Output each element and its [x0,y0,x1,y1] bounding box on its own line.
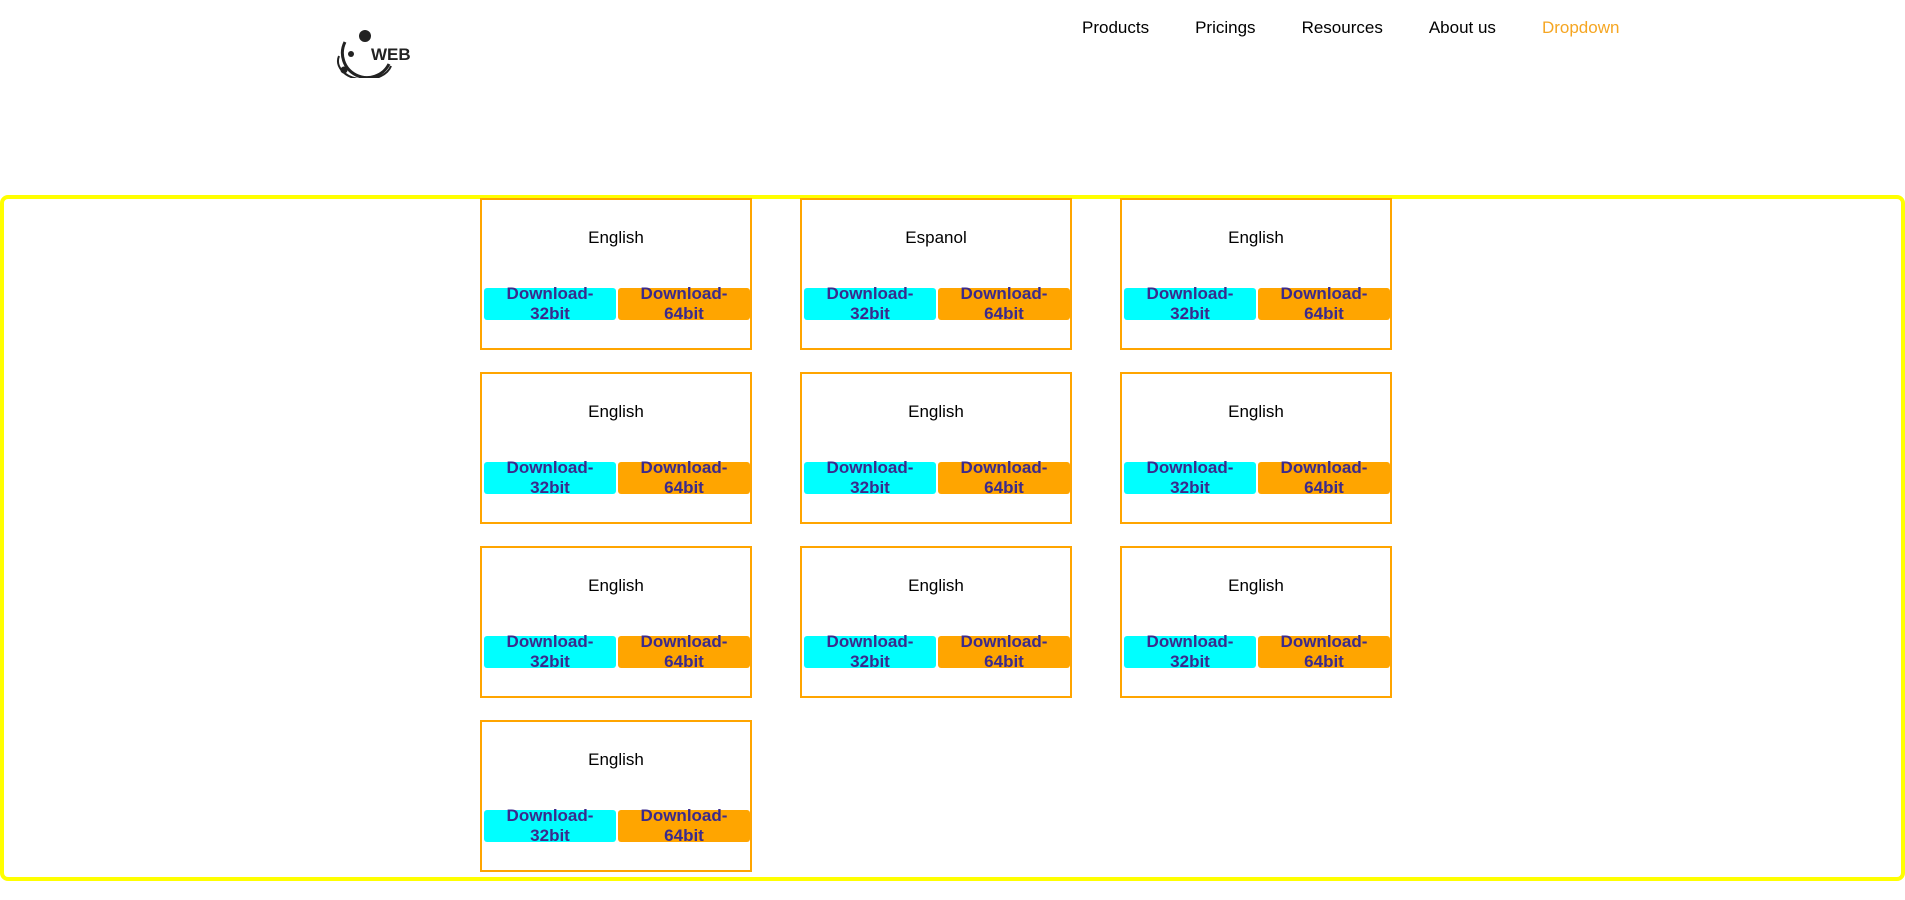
download-card: English Download-32bit Download-64bit [480,720,752,872]
download-64bit-button[interactable]: Download-64bit [938,632,1070,671]
main-nav: Products Pricings Resources About us Dro… [1082,17,1619,39]
download-64bit-button[interactable]: Download-64bit [1258,284,1390,323]
download-card: English Download-32bit Download-64bit [480,198,752,350]
card-buttons: Download-32bit Download-64bit [484,632,750,671]
download-64bit-button[interactable]: Download-64bit [938,458,1070,497]
nav-pricings[interactable]: Pricings [1195,17,1255,39]
download-32bit-button[interactable]: Download-32bit [484,632,616,671]
download-32bit-button[interactable]: Download-32bit [1124,632,1256,671]
download-card: English Download-32bit Download-64bit [800,372,1072,524]
download-64bit-button[interactable]: Download-64bit [618,632,750,671]
download-32bit-button[interactable]: Download-32bit [1124,458,1256,497]
download-64bit-button[interactable]: Download-64bit [1258,458,1390,497]
download-card: Espanol Download-32bit Download-64bit [800,198,1072,350]
card-buttons: Download-32bit Download-64bit [1124,284,1390,323]
card-buttons: Download-32bit Download-64bit [804,284,1070,323]
card-buttons: Download-32bit Download-64bit [484,458,750,497]
card-language: English [908,402,964,421]
card-buttons: Download-32bit Download-64bit [1124,632,1390,671]
download-32bit-button[interactable]: Download-32bit [484,458,616,497]
download-32bit-button[interactable]: Download-32bit [484,284,616,323]
svg-text:WEB: WEB [371,45,411,64]
site-logo[interactable]: WEB [331,28,423,81]
download-64bit-button[interactable]: Download-64bit [618,284,750,323]
download-32bit-button[interactable]: Download-32bit [804,284,936,323]
download-32bit-button[interactable]: Download-32bit [484,806,616,845]
card-buttons: Download-32bit Download-64bit [1124,458,1390,497]
logo-icon: WEB [337,30,411,81]
card-buttons: Download-32bit Download-64bit [484,284,750,323]
card-buttons: Download-32bit Download-64bit [804,458,1070,497]
download-64bit-button[interactable]: Download-64bit [1258,632,1390,671]
download-32bit-button[interactable]: Download-32bit [804,632,936,671]
download-card: English Download-32bit Download-64bit [480,372,752,524]
card-language: English [1228,576,1284,595]
card-language: English [588,402,644,421]
download-64bit-button[interactable]: Download-64bit [938,284,1070,323]
card-language: English [908,576,964,595]
card-language: English [588,576,644,595]
download-64bit-button[interactable]: Download-64bit [618,458,750,497]
card-language: English [588,228,644,247]
download-64bit-button[interactable]: Download-64bit [618,806,750,845]
nav-resources[interactable]: Resources [1302,17,1383,39]
nav-products[interactable]: Products [1082,17,1149,39]
card-language: English [588,750,644,769]
download-card: English Download-32bit Download-64bit [1120,546,1392,698]
download-card: English Download-32bit Download-64bit [1120,198,1392,350]
download-32bit-button[interactable]: Download-32bit [804,458,936,497]
download-card: English Download-32bit Download-64bit [1120,372,1392,524]
nav-about-us[interactable]: About us [1429,17,1496,39]
download-card: English Download-32bit Download-64bit [800,546,1072,698]
card-buttons: Download-32bit Download-64bit [804,632,1070,671]
card-language: English [1228,228,1284,247]
nav-dropdown[interactable]: Dropdown [1542,17,1620,39]
download-card: English Download-32bit Download-64bit [480,546,752,698]
download-32bit-button[interactable]: Download-32bit [1124,284,1256,323]
site-header: WEB Products Pricings Resources About us… [0,0,1905,110]
card-language: Espanol [905,228,967,247]
card-buttons: Download-32bit Download-64bit [484,806,750,845]
card-language: English [1228,402,1284,421]
